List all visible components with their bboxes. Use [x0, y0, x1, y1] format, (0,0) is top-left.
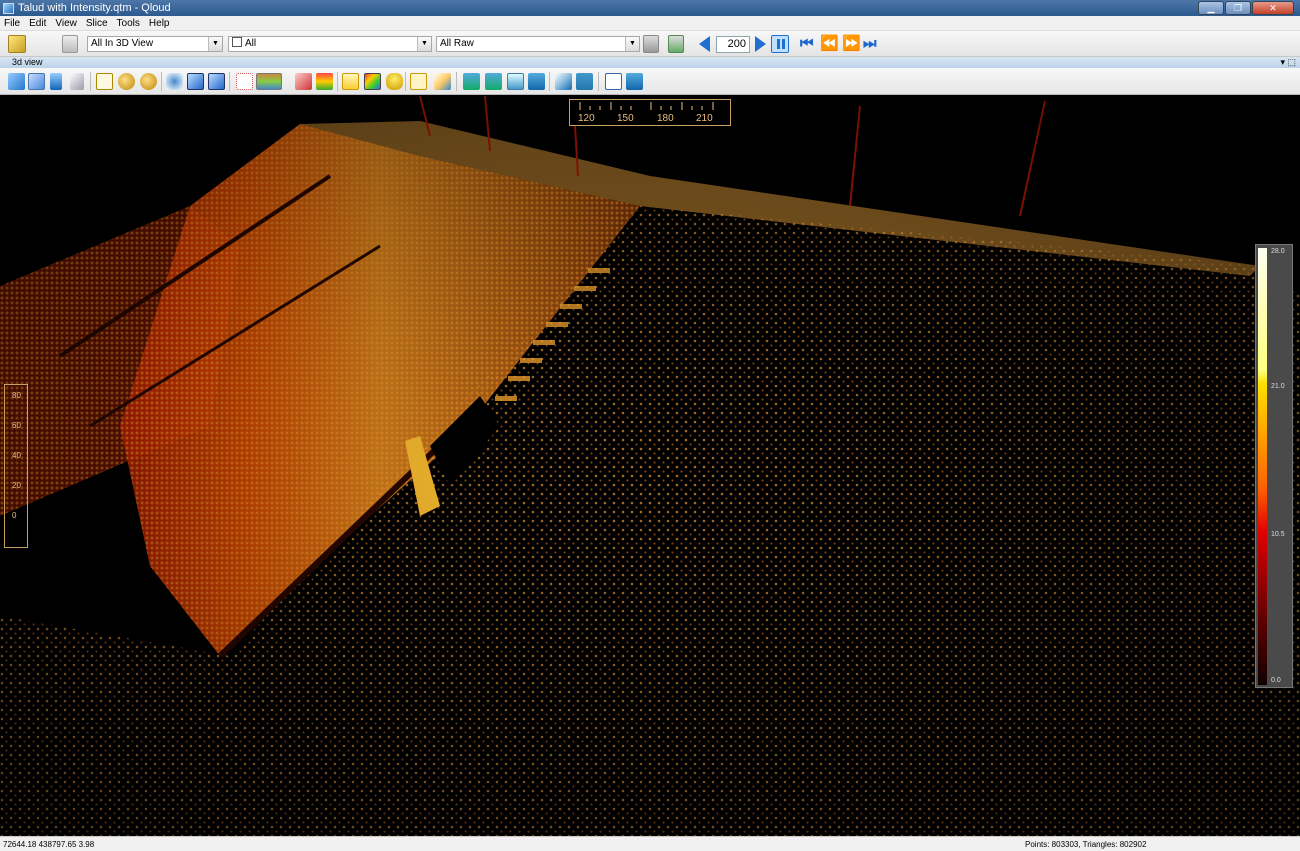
measure-icon[interactable] — [555, 73, 572, 90]
view-select[interactable]: All In 3D View ▼ — [87, 36, 223, 52]
panel-controls[interactable]: ▾ ⬚ — [1280, 57, 1296, 68]
scale-label: 80 — [12, 391, 21, 400]
funnel-green-icon[interactable] — [668, 35, 684, 53]
points-icon[interactable] — [236, 73, 253, 90]
rotate-icon[interactable] — [8, 73, 25, 90]
app-window: Talud with Intensity.qtm - Qloud ▁ ❐ ✕ F… — [0, 0, 1300, 851]
last-frame-icon[interactable]: ⏭ — [863, 36, 877, 52]
view-cube-icon[interactable] — [187, 73, 204, 90]
title-bar: Talud with Intensity.qtm - Qloud ▁ ❐ ✕ — [0, 0, 1300, 16]
zoom-out-icon[interactable] — [140, 73, 157, 90]
menu-view[interactable]: View — [55, 18, 77, 29]
next-frame-icon[interactable] — [755, 36, 766, 52]
menu-tools[interactable]: Tools — [117, 18, 140, 29]
scale-label: 150 — [617, 113, 634, 124]
fast-forward-icon[interactable]: ⏩ — [842, 36, 861, 52]
terrain-icon[interactable] — [316, 73, 333, 90]
rewind-icon[interactable]: ⏪ — [820, 36, 839, 52]
colorbar-label: 0.0 — [1271, 677, 1281, 684]
previous-frame-icon[interactable] — [699, 36, 710, 52]
zoom-extents-icon[interactable] — [96, 73, 113, 90]
pause-button[interactable] — [771, 35, 789, 53]
intensity-colorbar: 28.0 21.0 10.5 0.0 — [1255, 244, 1293, 688]
light-icon[interactable] — [342, 73, 359, 90]
center-icon[interactable] — [166, 73, 183, 90]
vertical-scale: 80 60 40 20 0 — [4, 384, 28, 548]
select-arrow-icon[interactable] — [70, 73, 84, 90]
raw-select[interactable]: All Raw ▼ — [436, 36, 640, 52]
frame-input[interactable]: 200 — [716, 36, 750, 53]
scale-label: 180 — [657, 113, 674, 124]
colorbar-label: 21.0 — [1271, 383, 1285, 390]
color-scheme-icon[interactable] — [256, 73, 282, 90]
close-button[interactable]: ✕ — [1252, 1, 1294, 15]
zoom-in-icon[interactable] — [118, 73, 135, 90]
maximize-button[interactable]: ❐ — [1225, 1, 1251, 15]
view-panel-header: 3d view ▾ ⬚ — [0, 57, 1300, 68]
export-icon[interactable] — [626, 73, 643, 90]
menu-bar: File Edit View Slice Tools Help — [0, 16, 1300, 31]
menu-slice[interactable]: Slice — [86, 18, 108, 29]
surface-icon[interactable] — [507, 73, 524, 90]
main-toolbar: All In 3D View ▼ All ▼ All Raw ▼ 200 ⏮ ⏪ ⏩ … — [0, 31, 1300, 57]
cursor-coordinates: 72644.18 438797.65 3.98 — [3, 840, 95, 849]
scale-label: 120 — [578, 113, 595, 124]
scale-label: 40 — [12, 451, 21, 460]
menu-edit[interactable]: Edit — [29, 18, 46, 29]
filter-icon[interactable] — [62, 35, 78, 53]
colorbar-label: 28.0 — [1271, 248, 1285, 255]
view-panel-title: 3d view — [12, 57, 43, 67]
layers-icon[interactable] — [463, 73, 480, 90]
chevron-down-icon: ▼ — [625, 37, 639, 51]
chevron-down-icon: ▼ — [417, 37, 431, 51]
view-cube-2-icon[interactable] — [208, 73, 225, 90]
scale-label: 60 — [12, 421, 21, 430]
checklist-icon[interactable] — [605, 73, 622, 90]
layers-2-icon[interactable] — [485, 73, 502, 90]
mesh-icon[interactable] — [295, 73, 312, 90]
window-title: Talud with Intensity.qtm - Qloud — [18, 2, 171, 14]
all-checkbox[interactable] — [232, 37, 242, 47]
first-frame-icon[interactable]: ⏮ — [800, 36, 814, 52]
horizontal-scale: 120 150 180 210 — [569, 99, 731, 126]
pin-icon[interactable] — [576, 73, 593, 90]
point-counts: Points: 803303, Triangles: 802902 — [1025, 840, 1147, 849]
open-file-icon[interactable] — [8, 35, 26, 53]
move-vertical-icon[interactable] — [50, 73, 62, 90]
orbit-icon[interactable] — [28, 73, 45, 90]
menu-help[interactable]: Help — [149, 18, 170, 29]
scale-label: 210 — [696, 113, 713, 124]
app-icon — [3, 2, 14, 14]
colorbar-gradient — [1258, 248, 1267, 685]
colorbar-label: 10.5 — [1271, 531, 1285, 538]
solid-icon[interactable] — [528, 73, 545, 90]
all-select[interactable]: All ▼ — [228, 36, 432, 52]
menu-file[interactable]: File — [4, 18, 20, 29]
scale-label: 0 — [12, 511, 17, 520]
minimize-button[interactable]: ▁ — [1198, 1, 1224, 15]
3d-viewport[interactable]: 120 150 180 210 80 60 40 20 0 28.0 21.0 … — [0, 96, 1300, 836]
scale-label: 20 — [12, 481, 21, 490]
view-toolbar — [0, 68, 1300, 95]
status-bar: 72644.18 438797.65 3.98 Points: 803303, … — [0, 836, 1300, 851]
point-cloud-render — [0, 96, 1300, 836]
gradient-icon[interactable] — [364, 73, 381, 90]
chevron-down-icon: ▼ — [208, 37, 222, 51]
note-icon[interactable] — [410, 73, 427, 90]
profile-icon[interactable] — [434, 73, 451, 90]
bulb-icon[interactable] — [386, 73, 403, 90]
funnel-icon[interactable] — [643, 35, 659, 53]
